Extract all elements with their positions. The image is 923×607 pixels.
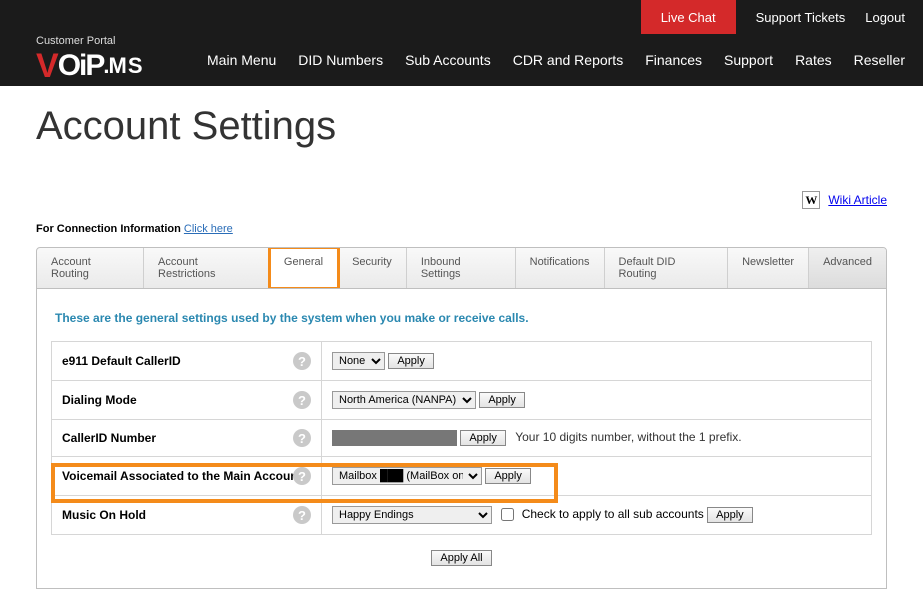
tab-default-did-routing[interactable]: Default DID Routing <box>605 248 729 288</box>
main-nav: Main Menu DID Numbers Sub Accounts CDR a… <box>207 52 905 68</box>
dialing-mode-label: Dialing Mode <box>62 393 137 407</box>
e911-label: e911 Default CallerID <box>62 354 181 368</box>
moh-apply-all-checkbox[interactable] <box>501 508 514 521</box>
row-callerid: CallerID Number ? Apply Your 10 digits n… <box>52 420 872 457</box>
nav-finances[interactable]: Finances <box>645 52 702 68</box>
top-bar: Live Chat Support Tickets Logout Custome… <box>0 0 923 86</box>
nav-reseller[interactable]: Reseller <box>854 52 905 68</box>
row-dialing-mode: Dialing Mode ? North America (NANPA) App… <box>52 381 872 420</box>
e911-apply-button[interactable]: Apply <box>388 353 434 369</box>
top-bar-lower: Customer Portal VOiP.MS Main Menu DID Nu… <box>0 34 923 86</box>
intro-text: These are the general settings used by t… <box>55 311 872 325</box>
tab-advanced[interactable]: Advanced <box>809 248 886 288</box>
wiki-article-link[interactable]: Wiki Article <box>828 193 887 207</box>
tab-strip: Account Routing Account Restrictions Gen… <box>36 247 887 289</box>
connection-info-prefix: For Connection Information <box>36 223 184 235</box>
wiki-row: W Wiki Article <box>36 185 887 223</box>
moh-select[interactable]: Happy Endings <box>332 506 492 524</box>
e911-select[interactable]: None <box>332 352 385 370</box>
nav-main-menu[interactable]: Main Menu <box>207 52 276 68</box>
tab-security[interactable]: Security <box>338 248 407 288</box>
moh-checkbox-label: Check to apply to all sub accounts <box>522 507 704 521</box>
tab-account-restrictions[interactable]: Account Restrictions <box>144 248 270 288</box>
nav-support[interactable]: Support <box>724 52 773 68</box>
row-voicemail: Voicemail Associated to the Main Account… <box>52 457 872 496</box>
row-e911: e911 Default CallerID ? None Apply <box>52 342 872 381</box>
brand-logo[interactable]: VOiP.MS <box>36 47 144 86</box>
settings-table: e911 Default CallerID ? None Apply Diali… <box>51 341 872 535</box>
dialing-mode-select[interactable]: North America (NANPA) <box>332 391 476 409</box>
nav-sub-accounts[interactable]: Sub Accounts <box>405 52 491 68</box>
settings-panel: These are the general settings used by t… <box>36 289 887 589</box>
help-icon[interactable]: ? <box>293 352 311 370</box>
tab-account-routing[interactable]: Account Routing <box>37 248 144 288</box>
help-icon[interactable]: ? <box>293 391 311 409</box>
nav-rates[interactable]: Rates <box>795 52 832 68</box>
row-moh: Music On Hold ? Happy Endings Check to a… <box>52 496 872 535</box>
dialing-apply-button[interactable]: Apply <box>479 392 525 408</box>
logout-link[interactable]: Logout <box>865 10 905 25</box>
support-tickets-link[interactable]: Support Tickets <box>756 10 846 25</box>
page-body: Account Settings W Wiki Article For Conn… <box>0 86 923 607</box>
tab-notifications[interactable]: Notifications <box>516 248 605 288</box>
brand-subtitle: Customer Portal <box>36 35 144 47</box>
callerid-label: CallerID Number <box>62 431 156 445</box>
live-chat-link[interactable]: Live Chat <box>641 0 736 34</box>
voicemail-select[interactable]: Mailbox ███ (MailBox one) <box>332 467 482 485</box>
voicemail-apply-button[interactable]: Apply <box>485 468 531 484</box>
page-title: Account Settings <box>36 104 887 149</box>
help-icon[interactable]: ? <box>293 467 311 485</box>
brand-block: Customer Portal VOiP.MS <box>36 35 144 86</box>
apply-all-row: Apply All <box>51 549 872 566</box>
help-icon[interactable]: ? <box>293 506 311 524</box>
help-icon[interactable]: ? <box>293 429 311 447</box>
top-bar-upper: Live Chat Support Tickets Logout <box>0 0 923 34</box>
connection-info-link[interactable]: Click here <box>184 223 233 235</box>
moh-label: Music On Hold <box>62 508 146 522</box>
callerid-apply-button[interactable]: Apply <box>460 430 506 446</box>
apply-all-button[interactable]: Apply All <box>431 550 491 566</box>
tab-inbound-settings[interactable]: Inbound Settings <box>407 248 516 288</box>
moh-apply-button[interactable]: Apply <box>707 507 753 523</box>
tab-general[interactable]: General <box>270 248 338 288</box>
voicemail-label: Voicemail Associated to the Main Account <box>62 469 302 483</box>
callerid-input[interactable] <box>332 430 457 446</box>
wiki-icon: W <box>802 191 820 209</box>
nav-cdr-reports[interactable]: CDR and Reports <box>513 52 624 68</box>
connection-info-line: For Connection Information Click here <box>36 223 887 235</box>
tab-newsletter[interactable]: Newsletter <box>728 248 809 288</box>
nav-did-numbers[interactable]: DID Numbers <box>298 52 383 68</box>
callerid-hint: Your 10 digits number, without the 1 pre… <box>515 430 741 444</box>
